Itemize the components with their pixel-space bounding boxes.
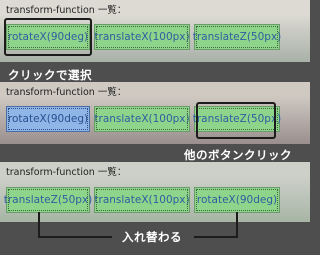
caption-swapped: 入れ替わる (122, 230, 182, 244)
function-button-row: translateZ(50px) translateX(100px) rotat… (4, 187, 282, 213)
swap-bracket-right-arm (194, 236, 238, 238)
swap-bracket-left-arm (38, 236, 112, 238)
caption-click-other-button: 他のボタンクリック (184, 148, 292, 162)
panel-title: transform-function 一覧： (6, 87, 127, 98)
caption-click-to-select: クリックで選択 (8, 68, 92, 82)
function-button-translatez[interactable]: translateZ(50px) (193, 24, 281, 50)
swap-bracket-left (38, 212, 40, 238)
panel-title: transform-function 一覧： (6, 5, 127, 16)
function-button-rotatex-selected[interactable]: rotateX(90deg) (6, 106, 90, 132)
function-button-translatex[interactable]: translateX(100px) (94, 106, 190, 132)
function-button-translatex[interactable]: translateX(100px) (94, 187, 190, 213)
panel-title: transform-function 一覧： (6, 167, 127, 178)
highlight-box-selected (4, 18, 92, 56)
panel-step-3: transform-function 一覧： translateZ(50px) … (0, 162, 310, 222)
swap-bracket-right (236, 212, 238, 238)
function-button-translatez[interactable]: translateZ(50px) (4, 187, 92, 213)
function-button-translatex[interactable]: translateX(100px) (94, 24, 190, 50)
function-button-rotatex[interactable]: rotateX(90deg) (194, 187, 280, 213)
highlight-box-other (196, 102, 276, 139)
